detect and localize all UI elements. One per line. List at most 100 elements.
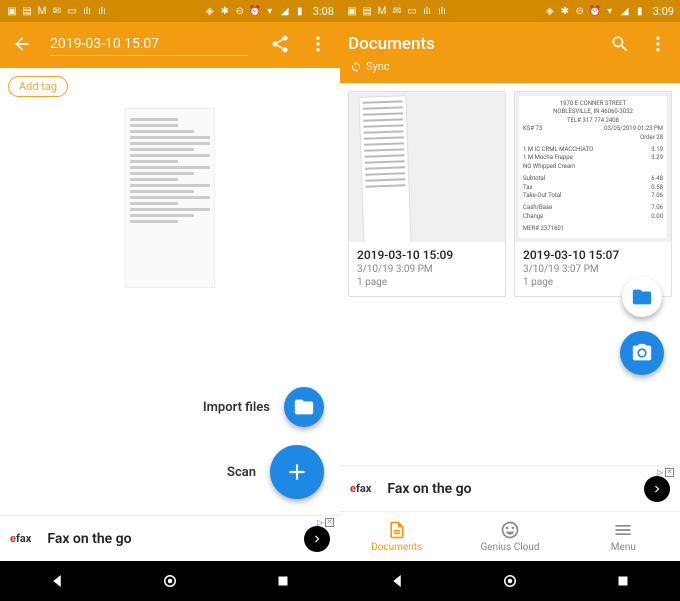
fab-stack: Import files Scan <box>203 387 324 499</box>
document-thumbnail <box>349 92 505 242</box>
signal-icon: ◢ <box>619 5 631 17</box>
app-bar <box>0 22 340 68</box>
battery-icon: ▮ <box>294 5 306 17</box>
new-folder-fab[interactable] <box>622 277 662 317</box>
ad-logo: efax <box>350 482 371 495</box>
overflow-menu-button[interactable] <box>644 30 672 58</box>
statusbar-time: 3:08 <box>313 5 334 18</box>
ad-text: Fax on the go <box>387 481 471 497</box>
plus-icon <box>284 459 310 485</box>
bluetooth-icon: ✱ <box>219 5 231 17</box>
dnd-icon: ⊝ <box>234 5 246 17</box>
folder-icon <box>631 286 653 308</box>
bars-icon: ılı <box>436 5 448 17</box>
adchoices-badge[interactable]: ▷✕ <box>657 468 674 477</box>
diamond-icon: ◈ <box>544 5 556 17</box>
nav-back-button[interactable] <box>377 567 417 595</box>
bottom-tabs: Documents Genius Cloud Menu <box>340 511 680 561</box>
screen-documents-list: ▣ ▤ M ✉ ▭ ılı ılı ◈ ✱ ⊝ ⏰ ▾ ◢ ▮ 3:09 Doc… <box>340 0 680 601</box>
chevron-right-icon <box>650 482 664 496</box>
search-button[interactable] <box>606 30 634 58</box>
nav-home-button[interactable] <box>150 567 190 595</box>
bars-icon: ılı <box>421 5 433 17</box>
back-button[interactable] <box>8 30 36 58</box>
bars-icon: ılı <box>96 5 108 17</box>
camera-scan-fab[interactable] <box>620 331 664 375</box>
ad-close-icon: ✕ <box>665 468 674 477</box>
folder-icon: ▭ <box>406 5 418 17</box>
tab-genius-cloud[interactable]: Genius Cloud <box>453 512 566 561</box>
gmail-icon: M <box>36 5 48 17</box>
share-button[interactable] <box>266 30 294 58</box>
notif-icon: ▤ <box>361 5 373 17</box>
ad-close-icon: ✕ <box>325 518 334 527</box>
screen-document-detail: ▣ ▤ M ✉ ▭ ılı ılı ◈ ✱ ⊝ ⏰ ▾ ◢ ▮ 3:08 <box>0 0 340 601</box>
wifi-icon: ▾ <box>264 5 276 17</box>
add-tag-button[interactable]: Add tag <box>8 76 68 97</box>
tab-documents[interactable]: Documents <box>340 512 453 561</box>
documents-tab-icon <box>387 520 407 540</box>
document-card[interactable]: 1970 E CONNER STREET NOBLESVILLE, IN 460… <box>514 91 672 297</box>
alarm-icon: ⏰ <box>249 5 261 17</box>
camera-icon <box>631 342 653 364</box>
sync-icon <box>350 61 362 73</box>
card-title: 2019-03-10 15:07 <box>523 248 663 262</box>
tab-label: Menu <box>611 542 636 553</box>
android-navbar <box>340 561 680 601</box>
notif-icon: ▤ <box>21 5 33 17</box>
search-icon <box>610 34 630 54</box>
tab-menu[interactable]: Menu <box>567 512 680 561</box>
page-thumbnail[interactable] <box>125 108 215 288</box>
battery-icon: ▮ <box>634 5 646 17</box>
app-bar: Documents Sync <box>340 22 680 83</box>
nav-home-button[interactable] <box>490 567 530 595</box>
ad-cta-button[interactable] <box>644 476 670 502</box>
import-files-fab[interactable] <box>284 387 324 427</box>
wifi-icon: ▾ <box>604 5 616 17</box>
scan-fab[interactable] <box>270 445 324 499</box>
statusbar-time: 3:09 <box>653 5 674 18</box>
nav-recents-button[interactable] <box>603 567 643 595</box>
folder-icon: ▭ <box>66 5 78 17</box>
overflow-menu-button[interactable] <box>304 30 332 58</box>
import-files-label: Import files <box>203 400 270 415</box>
ad-text: Fax on the go <box>47 531 131 547</box>
dnd-icon: ⊝ <box>574 5 586 17</box>
card-pages: 1 page <box>357 277 497 288</box>
sync-label: Sync <box>366 60 390 73</box>
mail-icon: ✉ <box>51 5 63 17</box>
tab-label: Documents <box>371 542 422 553</box>
smiley-icon <box>500 520 520 540</box>
page-title: Documents <box>348 34 596 54</box>
notif-icon: ▣ <box>6 5 18 17</box>
ad-banner[interactable]: efax Fax on the go ▷✕ <box>340 465 680 511</box>
document-card[interactable]: 2019-03-10 15:09 3/10/19 3:09 PM 1 page <box>348 91 506 297</box>
chevron-right-icon <box>310 532 324 546</box>
ad-banner[interactable]: efax Fax on the go ▷✕ <box>0 515 340 561</box>
document-title-input[interactable] <box>50 33 248 56</box>
bars-icon: ılı <box>81 5 93 17</box>
nav-recents-button[interactable] <box>263 567 303 595</box>
card-title: 2019-03-10 15:09 <box>357 248 497 262</box>
card-date: 3/10/19 3:07 PM <box>523 264 663 275</box>
bluetooth-icon: ✱ <box>559 5 571 17</box>
menu-icon <box>613 520 633 540</box>
card-date: 3/10/19 3:09 PM <box>357 264 497 275</box>
tab-label: Genius Cloud <box>480 542 539 553</box>
notif-icon: ▣ <box>346 5 358 17</box>
document-body: Add tag Import files Scan <box>0 68 340 515</box>
ad-cta-button[interactable] <box>304 526 330 552</box>
mail-icon: ✉ <box>391 5 403 17</box>
adchoices-badge[interactable]: ▷✕ <box>317 518 334 527</box>
alarm-icon: ⏰ <box>589 5 601 17</box>
gmail-icon: M <box>376 5 388 17</box>
sync-button[interactable]: Sync <box>348 60 672 73</box>
scan-label: Scan <box>227 465 256 480</box>
signal-icon: ◢ <box>279 5 291 17</box>
nav-back-button[interactable] <box>37 567 77 595</box>
status-bar: ▣ ▤ M ✉ ▭ ılı ılı ◈ ✱ ⊝ ⏰ ▾ ◢ ▮ 3:09 <box>340 0 680 22</box>
android-navbar <box>0 561 340 601</box>
folder-icon <box>293 396 315 418</box>
status-bar: ▣ ▤ M ✉ ▭ ılı ılı ◈ ✱ ⊝ ⏰ ▾ ◢ ▮ 3:08 <box>0 0 340 22</box>
documents-body: 2019-03-10 15:09 3/10/19 3:09 PM 1 page … <box>340 83 680 465</box>
